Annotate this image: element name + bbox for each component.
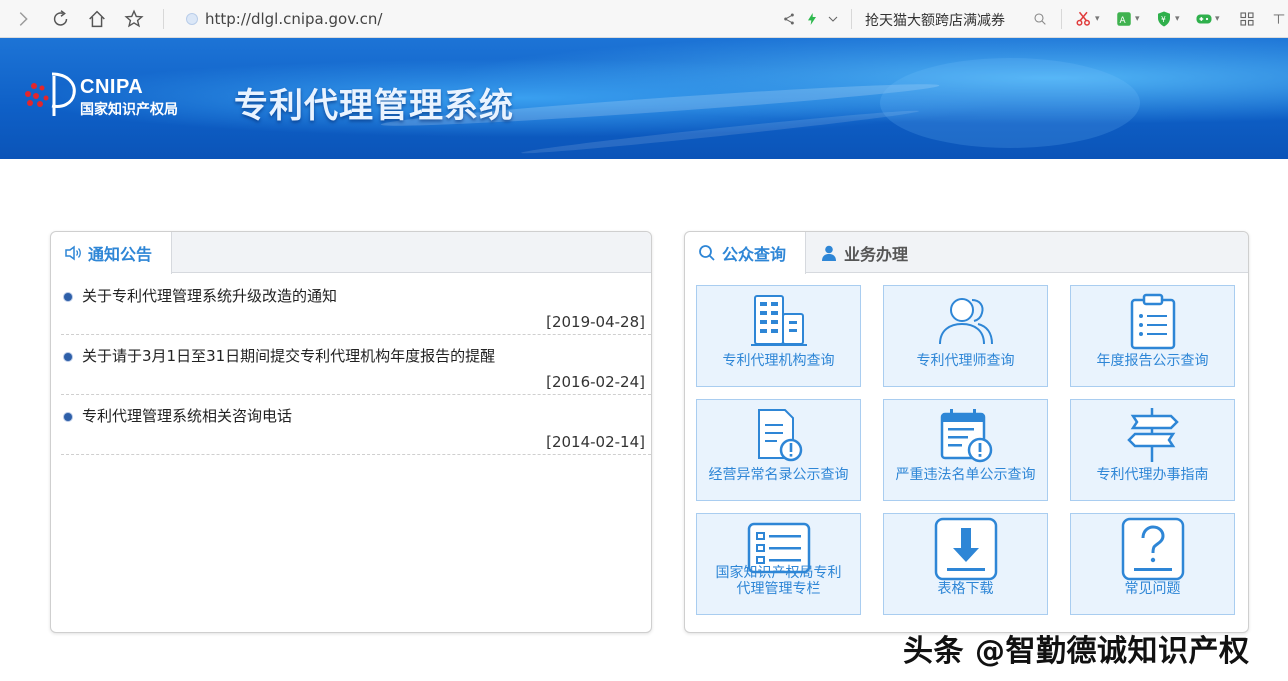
bullet-icon (64, 293, 72, 301)
toolbar-divider (851, 9, 852, 29)
notice-title[interactable]: 关于专利代理管理系统升级改造的通知 (82, 285, 337, 306)
promo-link[interactable]: 抢天猫大额跨店满减券 (865, 10, 1005, 30)
tile-label-line: 国家知识产权局专利 (715, 565, 842, 581)
svg-text:¥: ¥ (1161, 15, 1166, 24)
translate-extension-icon[interactable]: A ▾ (1115, 9, 1140, 29)
notice-tab-strip: 通知公告 (51, 232, 651, 274)
tab-notices-label: 通知公告 (88, 245, 153, 264)
home-icon[interactable] (85, 7, 109, 31)
shield-extension-icon[interactable]: ¥ ▾ (1155, 9, 1180, 29)
clipboard-icon (1130, 293, 1175, 350)
tile-cnipa-column[interactable]: 国家知识产权局专利 代理管理专栏 (696, 513, 861, 615)
logo-text-en: CNIPA (80, 76, 144, 98)
notice-item[interactable]: 关于专利代理管理系统升级改造的通知 [2019-04-28] (61, 274, 651, 335)
calendar-alert-icon (940, 409, 992, 463)
notice-date: [2019-04-28] (546, 313, 645, 331)
download-icon (934, 517, 997, 581)
tab-business-label: 业务办理 (844, 244, 909, 264)
tab-public-query[interactable]: 公众查询 (685, 232, 806, 274)
site-info-icon[interactable] (186, 13, 198, 25)
apps-grid-icon[interactable] (1238, 9, 1256, 29)
tab-business[interactable]: 业务办理 (820, 232, 930, 273)
tile-serious-violation-query[interactable]: 严重违法名单公示查询 (883, 399, 1048, 501)
tile-abnormal-list-query[interactable]: 经营异常名录公示查询 (696, 399, 861, 501)
tile-label: 经营异常名录公示查询 (708, 467, 849, 483)
search-icon (699, 245, 715, 261)
site-banner (0, 38, 1288, 159)
service-panel: 公众查询 业务办理 专利代理机构查询 专利代理师查询 年度报告公示查询 经营异常… (684, 231, 1249, 633)
gamepad-extension-icon[interactable]: ▾ (1195, 9, 1220, 29)
building-icon (750, 295, 807, 346)
tile-label: 专利代理师查询 (916, 353, 1015, 369)
bookmark-star-icon[interactable] (122, 7, 146, 31)
question-icon (1121, 517, 1184, 581)
tile-faq[interactable]: 常见问题 (1070, 513, 1235, 615)
people-icon (938, 298, 993, 345)
notice-item[interactable]: 关于请于3月1日至31日期间提交专利代理机构年度报告的提醒 [2016-02-2… (61, 334, 651, 395)
address-bar[interactable]: http://dlgl.cnipa.gov.cn/ (205, 10, 383, 28)
notice-date: [2014-02-14] (546, 433, 645, 451)
speaker-icon (65, 245, 81, 261)
bullet-icon (64, 353, 72, 361)
tile-agency-query[interactable]: 专利代理机构查询 (696, 285, 861, 387)
chevron-down-icon[interactable] (821, 7, 845, 31)
user-icon (822, 245, 836, 261)
tile-label: 常见问题 (1124, 581, 1181, 597)
tile-label-line: 代理管理专栏 (736, 581, 821, 597)
notice-panel: 通知公告 关于专利代理管理系统升级改造的通知 [2019-04-28] 关于请于… (50, 231, 652, 633)
tile-label: 专利代理办事指南 (1096, 467, 1209, 483)
browser-toolbar: http://dlgl.cnipa.gov.cn/ 抢天猫大额跨店满减券 ▾ A… (0, 0, 1288, 38)
tile-label: 严重违法名单公示查询 (895, 467, 1036, 483)
share-icon[interactable] (777, 7, 801, 31)
logo-text-cn: 国家知识产权局 (80, 102, 178, 118)
document-alert-icon (757, 409, 802, 462)
tile-label: 表格下载 (937, 581, 994, 597)
tile-service-guide[interactable]: 专利代理办事指南 (1070, 399, 1235, 501)
notice-item[interactable]: 专利代理管理系统相关咨询电话 [2014-02-14] (61, 394, 651, 455)
tile-label: 国家知识产权局专利 代理管理专栏 (697, 565, 860, 597)
notice-title[interactable]: 关于请于3月1日至31日期间提交专利代理机构年度报告的提醒 (82, 345, 495, 366)
svg-text:A: A (1120, 16, 1127, 26)
toolbar-divider (163, 9, 164, 29)
tile-form-download[interactable]: 表格下载 (883, 513, 1048, 615)
tab-public-query-label: 公众查询 (722, 245, 787, 264)
cnipa-logo-icon (25, 72, 76, 116)
forward-icon[interactable] (11, 7, 35, 31)
menu-icon[interactable] (1272, 9, 1286, 29)
reload-icon[interactable] (49, 7, 73, 31)
toolbar-divider (1061, 9, 1062, 29)
notice-date: [2016-02-24] (546, 373, 645, 391)
scissors-extension-icon[interactable]: ▾ (1075, 9, 1100, 29)
banner-glow (880, 58, 1140, 148)
system-title: 专利代理管理系统 (234, 86, 514, 126)
tab-notices[interactable]: 通知公告 (51, 232, 172, 274)
notice-title[interactable]: 专利代理管理系统相关咨询电话 (82, 405, 292, 426)
search-icon[interactable] (1028, 7, 1052, 31)
tile-label: 年度报告公示查询 (1096, 353, 1209, 369)
tile-annual-report-query[interactable]: 年度报告公示查询 (1070, 285, 1235, 387)
signpost-icon (1126, 408, 1179, 462)
watermark-text: 头条 @智勤德诚知识产权 (903, 634, 1250, 669)
tile-agent-query[interactable]: 专利代理师查询 (883, 285, 1048, 387)
tile-label: 专利代理机构查询 (722, 353, 835, 369)
service-tab-strip: 公众查询 业务办理 (685, 232, 1248, 274)
bullet-icon (64, 413, 72, 421)
